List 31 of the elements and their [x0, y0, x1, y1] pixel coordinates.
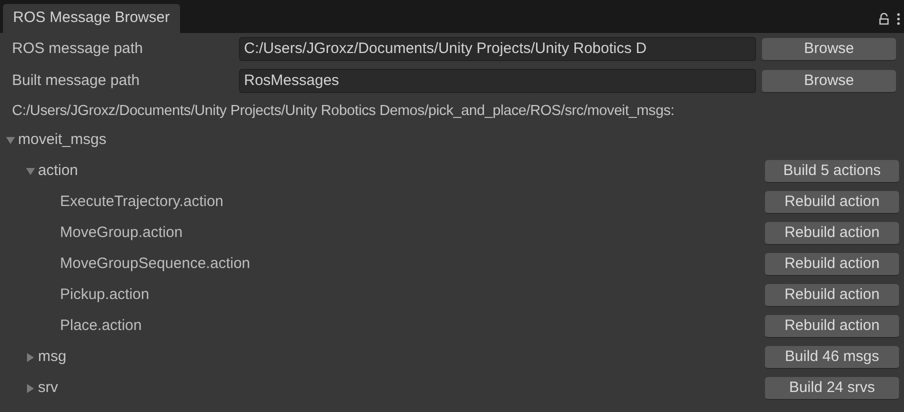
- lock-icon[interactable]: [879, 12, 889, 24]
- path-field[interactable]: RosMessages: [239, 69, 756, 93]
- field-label: ROS message path: [12, 38, 144, 59]
- field-label: Built message path: [12, 70, 141, 91]
- build-button[interactable]: Build 46 msgs: [765, 346, 899, 369]
- caret-icon[interactable]: [6, 136, 15, 145]
- folder-label[interactable]: moveit_msgs: [18, 129, 106, 152]
- file-label[interactable]: Pickup.action: [60, 284, 150, 307]
- file-label[interactable]: MoveGroup.action: [60, 222, 183, 245]
- caret-icon[interactable]: [26, 353, 35, 362]
- file-label[interactable]: ExecuteTrajectory.action: [60, 191, 224, 214]
- build-button[interactable]: Build 24 srvs: [765, 377, 899, 400]
- source-path: C:/Users/JGroxz/Documents/Unity Projects/Unity Robotics Demos/pick_and_place/ROS/src/moveit_msgs:: [12, 102, 674, 122]
- file-label[interactable]: Place.action: [60, 315, 142, 338]
- folder-label[interactable]: srv: [38, 377, 58, 400]
- browse-button[interactable]: Browse: [762, 38, 896, 60]
- build-button[interactable]: Rebuild action: [765, 284, 899, 307]
- build-button[interactable]: Build 5 actions: [765, 160, 899, 183]
- path-field[interactable]: C:/Users/JGroxz/Documents/Unity Projects/Unity Robotics D: [239, 37, 756, 61]
- build-button[interactable]: Rebuild action: [765, 315, 899, 338]
- file-label[interactable]: MoveGroupSequence.action: [60, 253, 250, 276]
- more-icon[interactable]: [897, 12, 900, 24]
- browse-button[interactable]: Browse: [762, 70, 896, 92]
- folder-label[interactable]: action: [38, 160, 78, 183]
- build-button[interactable]: Rebuild action: [765, 191, 899, 214]
- caret-icon[interactable]: [26, 384, 35, 393]
- caret-icon[interactable]: [26, 167, 35, 176]
- build-button[interactable]: Rebuild action: [765, 222, 899, 245]
- folder-label[interactable]: msg: [38, 346, 66, 369]
- build-button[interactable]: Rebuild action: [765, 253, 899, 276]
- window-tab[interactable]: ROS Message Browser: [3, 4, 180, 33]
